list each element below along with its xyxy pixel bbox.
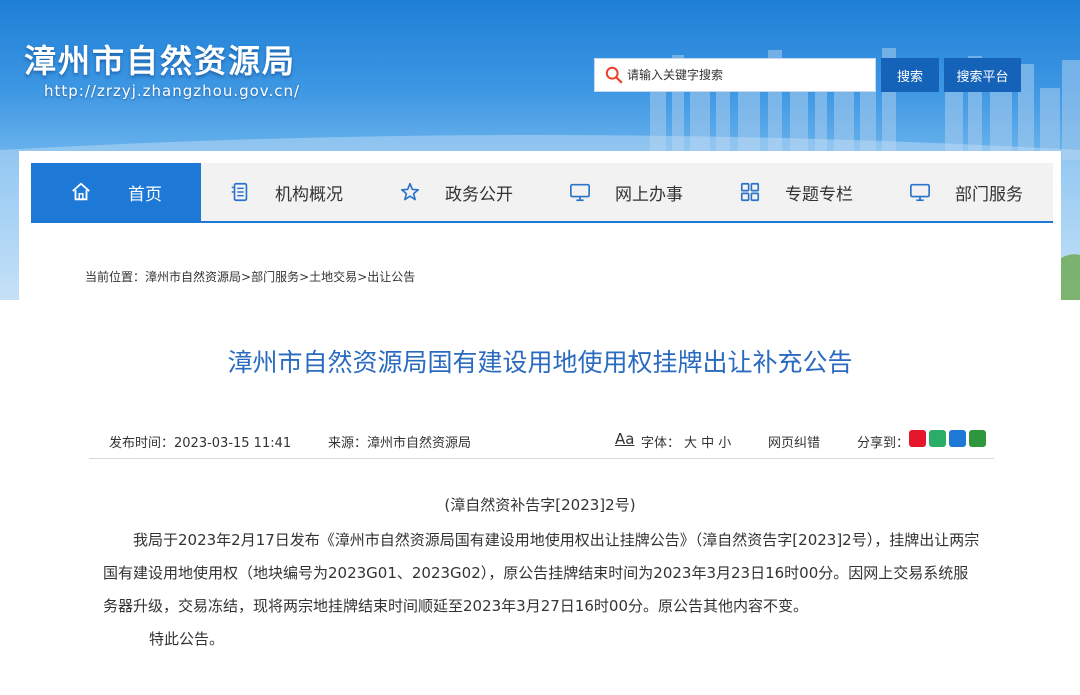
nav-item-special-topics[interactable]: 专题专栏 (711, 163, 881, 221)
article-title: 漳州市自然资源局国有建设用地使用权挂牌出让补充公告 (227, 348, 853, 377)
search-button[interactable]: 搜索 (881, 58, 939, 92)
nav-item-organization[interactable]: 机构概况 (201, 163, 371, 221)
search-box (594, 58, 876, 92)
search-icon (605, 66, 623, 84)
search-input[interactable] (623, 60, 871, 90)
font-size-icon: Aa (615, 430, 635, 448)
nav-item-gov-affairs[interactable]: 政务公开 (371, 163, 541, 221)
nav-item-home[interactable]: 首页 (31, 163, 201, 221)
content-panel: 首页 机构概况 政务公开 网上办事 专题专栏 部门服务 当前位置：漳州市自然资源… (19, 151, 1061, 695)
douban-share-icon[interactable] (969, 430, 986, 447)
site-title: 漳州市自然资源局 (24, 42, 297, 80)
monitor-icon (910, 183, 930, 202)
breadcrumb-link-transfer-notice[interactable]: 出让公告 (367, 270, 415, 284)
breadcrumb-link-home[interactable]: 漳州市自然资源局 (145, 270, 241, 284)
nav-item-department-services[interactable]: 部门服务 (881, 163, 1051, 221)
site-url: http://zrzyj.zhangzhou.gov.cn/ (44, 82, 301, 100)
nav-item-label: 网上办事 (615, 184, 683, 205)
article-paragraph: 我局于2023年2月17日发布《漳州市自然资源局国有建设用地使用权出让挂牌公告》… (103, 531, 980, 615)
document-number: (漳自然资补告字[2023]2号) (444, 496, 636, 514)
breadcrumb-link-land-trading[interactable]: 土地交易 (309, 270, 357, 284)
document-icon (231, 182, 248, 202)
article-body: 我局于2023年2月17日发布《漳州市自然资源局国有建设用地使用权出让挂牌公告》… (103, 524, 983, 656)
star-icon (400, 182, 420, 201)
article-source: 来源：漳州市自然资源局 (328, 436, 472, 451)
nav-item-label: 部门服务 (955, 184, 1023, 205)
breadcrumb-link-department-services[interactable]: 部门服务 (251, 270, 299, 284)
breadcrumb-prefix: 当前位置： (85, 270, 146, 284)
font-size-options[interactable]: 大 中 小 (684, 432, 731, 451)
nav-item-label: 首页 (128, 184, 162, 205)
article-meta-bar: 发布时间：2023-03-15 11:41 来源：漳州市自然资源局 Aa 字体：… (89, 424, 994, 459)
main-nav: 首页 机构概况 政务公开 网上办事 专题专栏 部门服务 (31, 163, 1053, 223)
wechat-share-icon[interactable] (929, 430, 946, 447)
nav-item-online-services[interactable]: 网上办事 (541, 163, 711, 221)
article-closing: 特此公告。 (149, 630, 225, 648)
nav-item-label: 专题专栏 (785, 184, 853, 205)
search-platform-button[interactable]: 搜索平台 (944, 58, 1021, 92)
grid-icon (740, 182, 760, 202)
publish-time: 发布时间：2023-03-15 11:41 (109, 436, 292, 451)
qq-share-icon[interactable] (949, 430, 966, 447)
breadcrumb-separator: > (241, 270, 252, 284)
nav-item-label: 政务公开 (445, 184, 513, 205)
monitor-icon (570, 183, 590, 202)
page-correction-link[interactable]: 网页纠错 (768, 432, 820, 451)
share-label: 分享到： (857, 436, 910, 451)
nav-item-label: 机构概况 (275, 184, 343, 205)
breadcrumb-separator: > (357, 270, 368, 284)
share-icons (909, 430, 986, 447)
font-size-label: 字体： (641, 436, 681, 451)
home-icon (72, 182, 90, 201)
breadcrumb-separator: > (299, 270, 310, 284)
breadcrumb: 当前位置：漳州市自然资源局>部门服务>土地交易>出让公告 (85, 268, 415, 285)
weibo-share-icon[interactable] (909, 430, 926, 447)
